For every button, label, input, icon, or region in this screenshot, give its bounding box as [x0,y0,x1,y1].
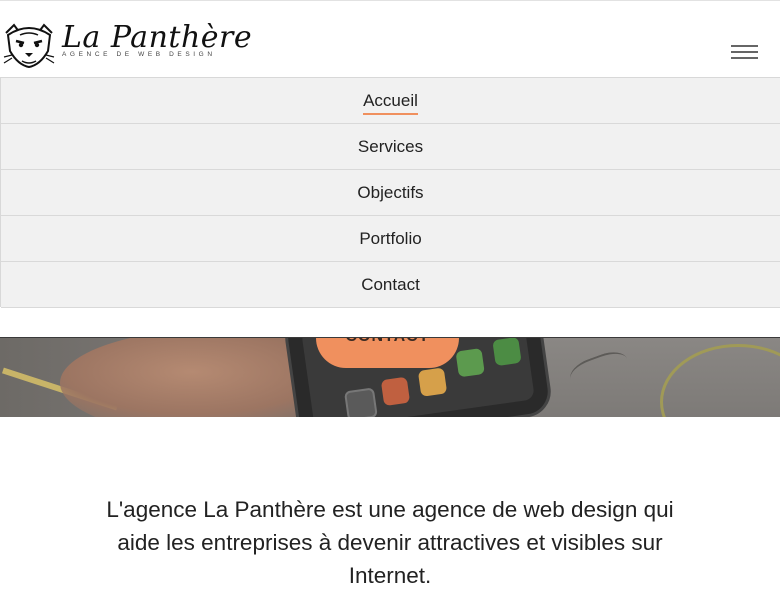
nav-item-contact[interactable]: Contact [1,262,780,308]
contact-cta-button[interactable]: CONTACT [316,338,459,368]
nav-item-label: Services [357,136,424,156]
nav-item-label: Portfolio [359,228,422,248]
panther-head-icon [3,23,55,69]
nav-item-accueil[interactable]: Accueil [1,78,780,124]
hamburger-menu-icon[interactable] [728,41,762,63]
hero-banner: CONTACT [0,337,780,417]
nav-item-label: Objectifs [357,182,424,202]
nav-item-label: Contact [361,274,420,294]
brand-logo[interactable]: La Panthère AGENCE DE WEB DESIGN [0,15,252,71]
nav-item-objectifs[interactable]: Objectifs [1,170,780,216]
brand-tagline: AGENCE DE WEB DESIGN [62,51,216,58]
site-header: La Panthère AGENCE DE WEB DESIGN [0,0,780,77]
nav-item-portfolio[interactable]: Portfolio [1,216,780,262]
intro-text: L'agence La Panthère est une agence de w… [106,496,674,588]
nav-item-label: Accueil [363,90,418,115]
nav-item-services[interactable]: Services [1,124,780,170]
brand-name: La Panthère [62,20,253,55]
main-nav-menu: Accueil Services Objectifs Portfolio Con… [0,77,780,308]
